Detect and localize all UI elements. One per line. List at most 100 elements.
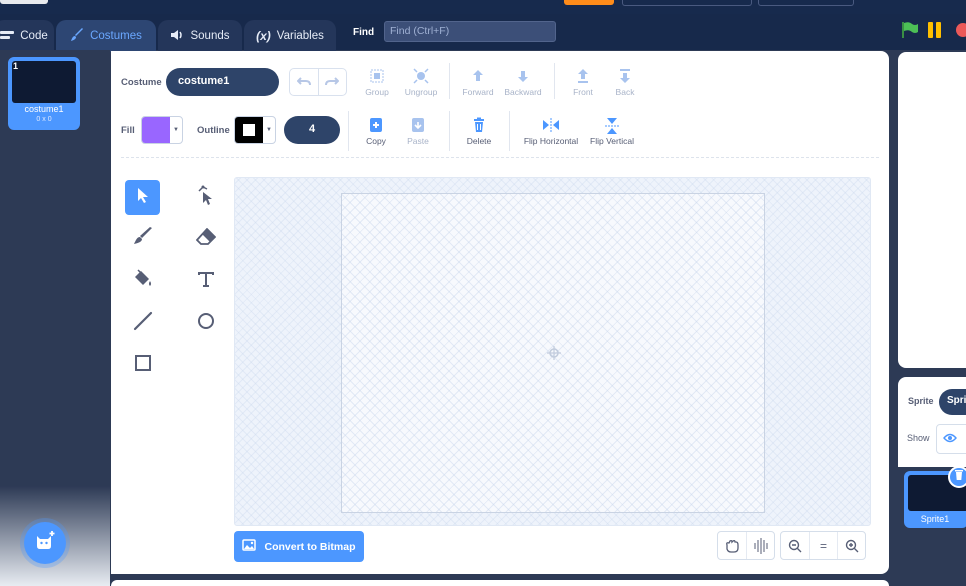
flip-horizontal-icon bbox=[521, 117, 581, 133]
copy-button[interactable]: Copy bbox=[363, 117, 389, 146]
zoom-in-icon[interactable] bbox=[837, 532, 865, 559]
delete-button[interactable]: Delete bbox=[464, 117, 494, 146]
tab-label: Sounds bbox=[190, 30, 230, 42]
fill-color-picker[interactable]: ▼ bbox=[141, 116, 183, 144]
tab-label: Variables bbox=[276, 30, 324, 42]
forward-icon bbox=[460, 68, 496, 84]
brush-tool[interactable] bbox=[125, 222, 160, 257]
image-icon bbox=[242, 539, 257, 554]
delete-sprite-button[interactable] bbox=[948, 466, 966, 488]
variable-icon: (x) bbox=[256, 29, 271, 43]
flip-vertical-button[interactable]: Flip Vertical bbox=[587, 117, 637, 146]
outline-width-input[interactable]: 4 bbox=[284, 116, 340, 144]
rectangle-tool[interactable] bbox=[125, 348, 160, 383]
pause-icon[interactable] bbox=[928, 22, 944, 43]
backward-icon bbox=[502, 68, 544, 84]
paint-bucket-icon bbox=[133, 269, 153, 294]
sprite-info-panel: Sprite Sprite1 Show bbox=[898, 377, 966, 467]
text-t-icon bbox=[197, 270, 215, 293]
flip-vertical-label: Flip Vertical bbox=[590, 136, 634, 146]
menu-share-box[interactable] bbox=[758, 0, 854, 6]
green-flag-icon[interactable] bbox=[901, 21, 919, 39]
line-tool[interactable] bbox=[125, 306, 160, 341]
flip-vertical-icon bbox=[587, 117, 637, 134]
toolbar-divider bbox=[554, 63, 555, 99]
paste-button[interactable]: Paste bbox=[405, 117, 431, 146]
fill-tool[interactable] bbox=[125, 264, 160, 299]
toolbar-divider bbox=[449, 63, 450, 99]
eraser-tool[interactable] bbox=[188, 222, 223, 257]
reshape-icon bbox=[197, 185, 215, 210]
hand-icon[interactable] bbox=[718, 532, 746, 559]
zoom-out-icon[interactable] bbox=[781, 532, 809, 559]
costume-item[interactable]: 1 costume1 0 x 0 bbox=[8, 57, 80, 130]
tab-variables[interactable]: (x) Variables bbox=[244, 20, 336, 52]
toolbar-divider bbox=[509, 111, 510, 151]
find-label: Find bbox=[353, 27, 375, 38]
ungroup-label: Ungroup bbox=[404, 87, 438, 97]
reshape-tool[interactable] bbox=[188, 180, 223, 215]
arrow-cursor-icon bbox=[136, 187, 150, 208]
find-input[interactable]: Find (Ctrl+F) bbox=[384, 21, 556, 42]
costume-number: 1 bbox=[13, 61, 19, 71]
zoom-reset-icon[interactable]: = bbox=[809, 532, 837, 559]
redo-icon[interactable] bbox=[319, 69, 347, 95]
crosshair-icon bbox=[547, 346, 561, 365]
sprite-label: Sprite bbox=[908, 396, 934, 406]
sprite-item-name: Sprite1 bbox=[920, 514, 950, 524]
zoom-controls: = bbox=[780, 531, 866, 560]
tab-label: Costumes bbox=[90, 30, 142, 42]
menu-orange-button[interactable] bbox=[564, 0, 614, 5]
drawing-canvas[interactable] bbox=[341, 193, 765, 513]
show-label: Show bbox=[907, 433, 930, 443]
copy-icon bbox=[363, 117, 389, 133]
delete-label: Delete bbox=[466, 136, 492, 146]
stop-icon[interactable] bbox=[956, 23, 966, 37]
outline-color-picker[interactable]: ▼ bbox=[234, 116, 276, 144]
forward-label: Forward bbox=[462, 87, 494, 97]
tab-label: Code bbox=[20, 30, 48, 42]
select-tool[interactable] bbox=[125, 180, 160, 215]
back-button[interactable]: Back bbox=[613, 68, 637, 97]
show-toggle[interactable] bbox=[936, 424, 966, 454]
scratch-logo[interactable] bbox=[0, 0, 48, 4]
front-button[interactable]: Front bbox=[570, 68, 596, 97]
tab-costumes[interactable]: Costumes bbox=[56, 20, 156, 52]
menu-project-title[interactable] bbox=[622, 0, 752, 6]
choose-costume-button[interactable] bbox=[24, 522, 66, 564]
costume-thumbnail bbox=[12, 61, 76, 103]
tab-code[interactable]: Code bbox=[0, 20, 54, 52]
group-button[interactable]: Group bbox=[365, 68, 389, 97]
costume-name-input[interactable]: costume1 bbox=[166, 68, 279, 96]
circle-tool[interactable] bbox=[188, 306, 223, 341]
flip-horizontal-label: Flip Horizontal bbox=[523, 136, 579, 146]
back-label: Back bbox=[615, 87, 635, 97]
canvas-area[interactable] bbox=[234, 177, 871, 526]
convert-to-bitmap-button[interactable]: Convert to Bitmap bbox=[234, 531, 364, 562]
ungroup-button[interactable]: Ungroup bbox=[401, 68, 441, 97]
flip-horizontal-button[interactable]: Flip Horizontal bbox=[521, 117, 581, 146]
costume-list: 1 costume1 0 x 0 bbox=[0, 50, 110, 586]
speaker-icon bbox=[170, 29, 184, 44]
bitmap-bars-icon[interactable] bbox=[746, 532, 774, 559]
costume-size-label: 0 x 0 bbox=[36, 116, 52, 123]
tab-sounds[interactable]: Sounds bbox=[158, 20, 242, 52]
toolbar-divider bbox=[449, 111, 450, 151]
code-icon bbox=[0, 29, 15, 43]
backward-button[interactable]: Backward bbox=[502, 68, 544, 97]
canvas-mode-group bbox=[717, 531, 775, 560]
paintbrush-icon bbox=[133, 227, 153, 252]
stage[interactable] bbox=[898, 52, 966, 368]
paste-icon bbox=[405, 117, 431, 133]
costume-label: Costume bbox=[121, 77, 162, 88]
undo-icon[interactable] bbox=[290, 69, 319, 95]
group-label: Group bbox=[365, 87, 389, 97]
forward-button[interactable]: Forward bbox=[460, 68, 496, 97]
undo-redo-group bbox=[289, 68, 347, 96]
toolbar-separator bbox=[121, 157, 879, 158]
sprite-name-input[interactable]: Sprite1 bbox=[939, 389, 966, 415]
copy-label: Copy bbox=[366, 136, 386, 146]
dropdown-arrow-icon: ▼ bbox=[173, 127, 179, 133]
bottom-panel-edge bbox=[111, 580, 889, 586]
text-tool[interactable] bbox=[188, 264, 223, 299]
